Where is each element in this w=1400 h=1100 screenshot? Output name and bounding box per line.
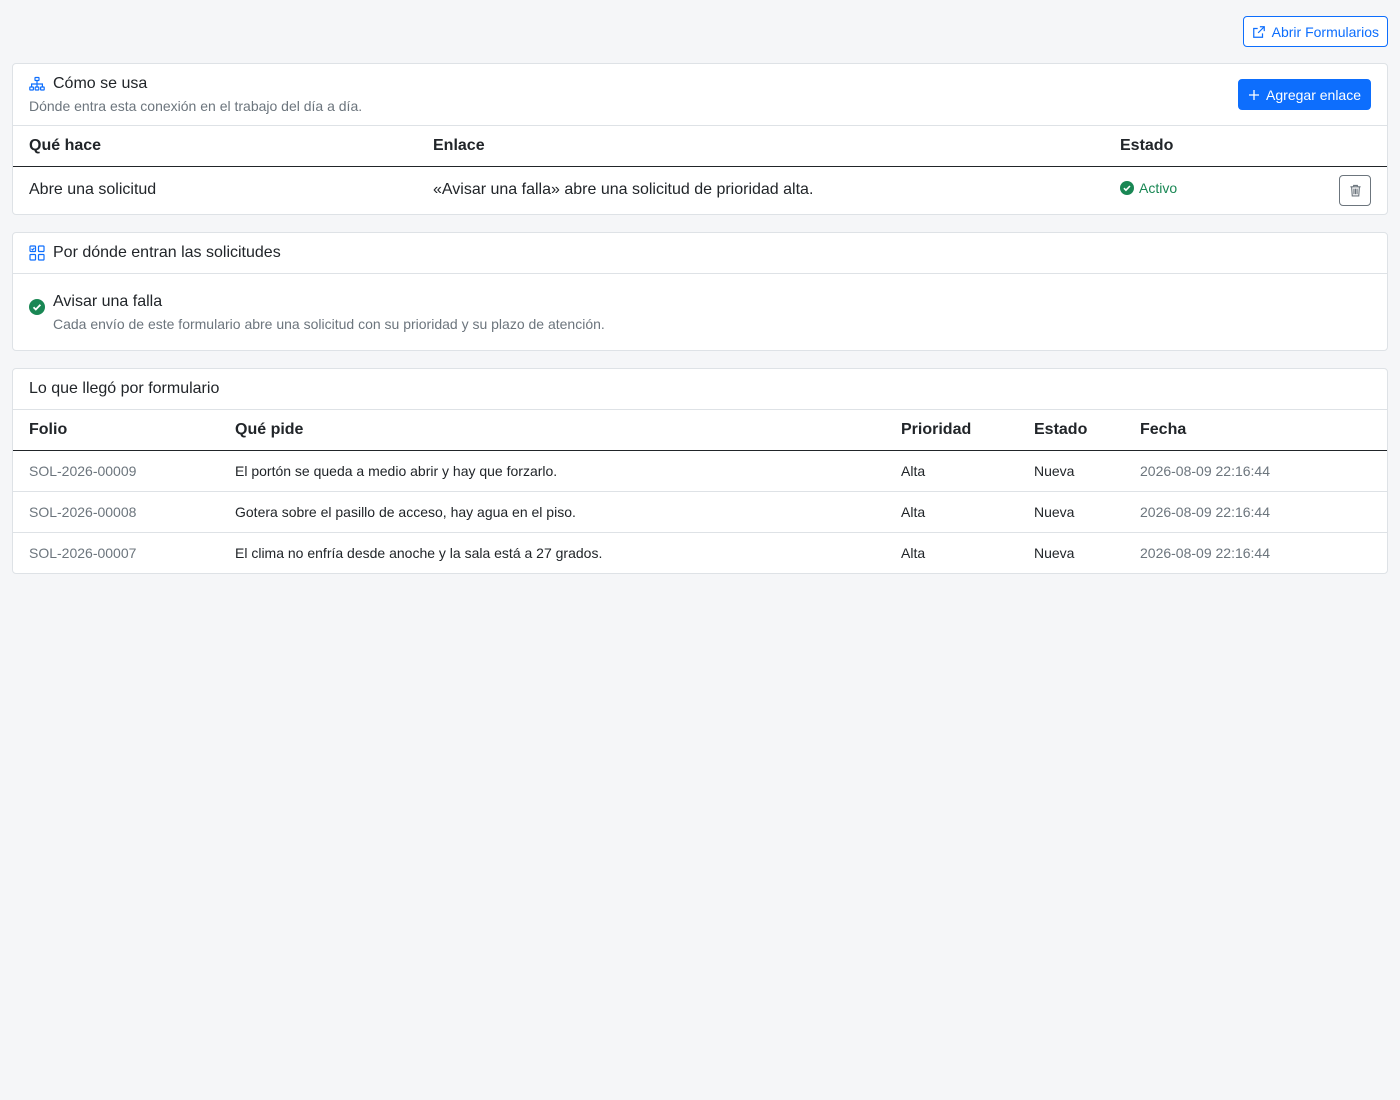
grid-icon (29, 245, 45, 261)
page: Abrir Formularios Cómo se usa Dónde entr… (0, 0, 1400, 1100)
request-cell: El clima no enfría desde anoche y la sal… (235, 544, 603, 561)
table-row[interactable]: SOL-2026-00009 El portón se queda a medi… (13, 450, 1387, 492)
column-header: Fecha (1124, 410, 1387, 451)
date-cell: 2026-08-09 22:16:44 (1124, 491, 1387, 533)
delete-link-button[interactable] (1339, 174, 1371, 206)
request-cell: El portón se queda a medio abrir y hay q… (219, 450, 885, 492)
status-cell: Nueva (1034, 544, 1075, 561)
column-header: Qué pide (219, 410, 885, 451)
status-cell: Nueva (1018, 450, 1124, 492)
column-header: Estado (1104, 126, 1307, 167)
diagram-icon (29, 76, 45, 91)
sources-card: Por dónde entran las solicitudes Avisar … (12, 232, 1388, 351)
date-cell: 2026-08-09 22:16:44 (1124, 450, 1387, 492)
sources-card-header: Por dónde entran las solicitudes (13, 233, 1387, 274)
table-row: Abre una solicitud «Avisar una falla» ab… (13, 166, 1387, 214)
column-header-actions (1307, 126, 1387, 167)
open-forms-label: Abrir Formularios (1271, 23, 1379, 40)
column-header: Prioridad (885, 410, 1018, 451)
plus-icon (1249, 89, 1260, 100)
usage-table: Qué hace Enlace Estado Abre una solicitu… (13, 126, 1387, 214)
column-header: Enlace (417, 126, 1104, 167)
folio-cell: SOL-2026-00009 (13, 450, 219, 492)
check-circle-icon (1120, 181, 1134, 196)
usage-card-header: Cómo se usa Dónde entra esta conexión en… (13, 64, 1387, 126)
received-title: Lo que llegó por formulario (29, 380, 220, 397)
trash-icon (1349, 184, 1361, 197)
add-link-button[interactable]: Agregar enlace (1238, 79, 1371, 110)
add-link-label: Agregar enlace (1266, 86, 1361, 103)
received-table: Folio Qué pide Prioridad Estado Fecha SO… (13, 410, 1387, 573)
received-card: Lo que llegó por formulario Folio Qué pi… (12, 368, 1388, 574)
status-cell: Nueva (1018, 491, 1124, 533)
sources-title: Por dónde entran las solicitudes (53, 244, 281, 261)
check-circle-icon (29, 299, 45, 315)
usage-subtitle: Dónde entra esta conexión en el trabajo … (29, 98, 363, 114)
priority-cell: Alta (885, 450, 1018, 492)
column-header: Qué hace (13, 126, 417, 167)
received-table-header: Folio Qué pide Prioridad Estado Fecha (13, 410, 1387, 451)
column-header: Estado (1018, 410, 1124, 451)
table-row[interactable]: SOL-2026-00007 El clima no enfría desde … (13, 532, 1387, 573)
usage-table-header: Qué hace Enlace Estado (13, 126, 1387, 167)
source-description: Cada envío de este formulario abre una s… (53, 316, 605, 332)
source-name: Avisar una falla (53, 293, 163, 310)
status-badge: Activo (1120, 180, 1177, 196)
table-row[interactable]: SOL-2026-00008 Gotera sobre el pasillo d… (13, 491, 1387, 533)
request-cell: Gotera sobre el pasillo de acceso, hay a… (219, 491, 885, 533)
top-toolbar: Abrir Formularios (12, 0, 1388, 63)
folio-cell: SOL-2026-00007 (29, 544, 137, 561)
usage-title: Cómo se usa (53, 75, 148, 92)
status-label: Activo (1139, 180, 1178, 197)
date-cell: 2026-08-09 22:16:44 (1140, 544, 1270, 561)
priority-cell: Alta (885, 491, 1018, 533)
usage-card: Cómo se usa Dónde entra esta conexión en… (12, 63, 1388, 215)
folio-cell: SOL-2026-00008 (13, 491, 219, 533)
usage-status-cell: Activo (1104, 166, 1307, 214)
column-header: Folio (13, 410, 219, 451)
open-forms-button[interactable]: Abrir Formularios (1242, 16, 1388, 47)
usage-link: «Avisar una falla» abre una solicitud de… (433, 181, 814, 199)
usage-actions-cell (1307, 166, 1387, 214)
received-card-header: Lo que llegó por formulario (13, 369, 1387, 410)
priority-cell: Alta (901, 544, 926, 561)
external-link-icon (1252, 25, 1265, 38)
usage-action: Abre una solicitud (29, 181, 157, 199)
list-item: Avisar una falla Cada envío de este form… (13, 274, 1387, 350)
